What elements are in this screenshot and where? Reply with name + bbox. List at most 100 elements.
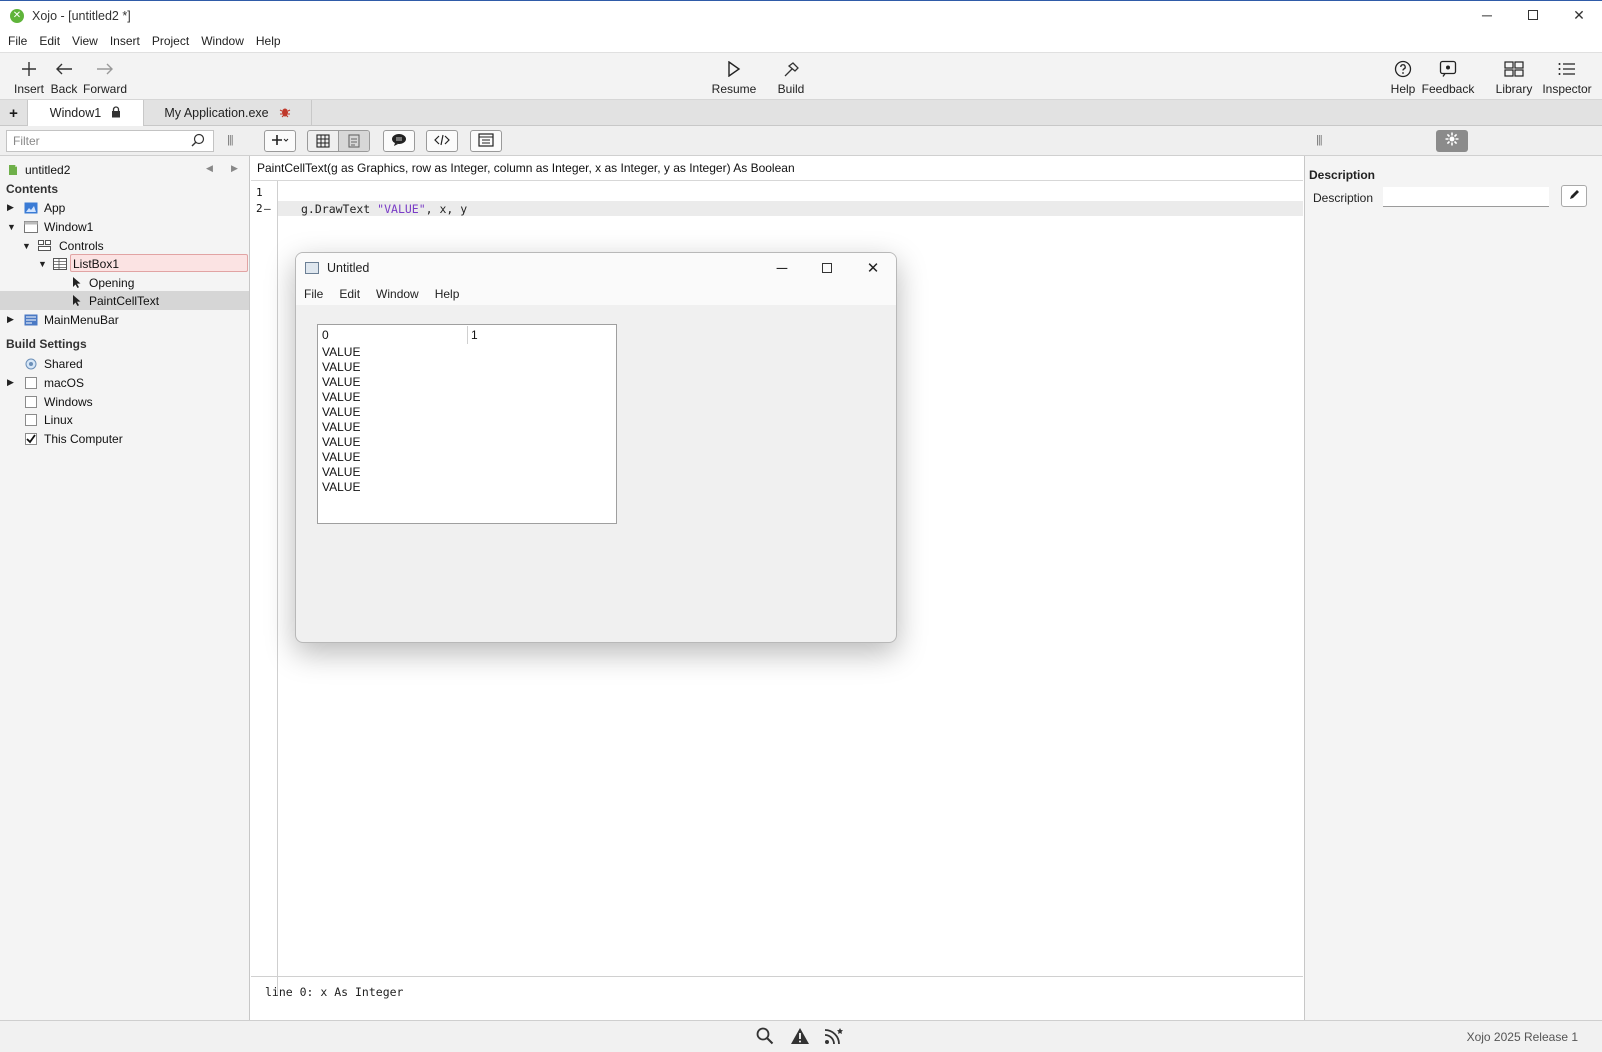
listbox-column-header[interactable]: 0: [322, 328, 329, 342]
nav-item-controls[interactable]: ▼ Controls: [0, 236, 249, 255]
method-signature: PaintCellText(g as Graphics, row as Inte…: [257, 161, 795, 175]
resume-button[interactable]: Resume: [710, 53, 758, 101]
listbox-cell[interactable]: VALUE: [322, 465, 360, 479]
nav-back-arrow-icon[interactable]: ◀: [206, 163, 213, 174]
disclosure-expanded-icon[interactable]: ▼: [22, 241, 31, 251]
nav-build-macos[interactable]: ▶ macOS: [0, 373, 249, 392]
listbox-column-header[interactable]: 1: [471, 328, 478, 342]
help-button[interactable]: Help: [1388, 53, 1418, 101]
app-minimize-button[interactable]: ─: [759, 253, 805, 283]
search-icon[interactable]: [756, 1027, 774, 1050]
disclosure-collapsed-icon[interactable]: ▶: [7, 377, 14, 388]
app-menu-edit[interactable]: Edit: [331, 287, 368, 301]
description-field[interactable]: [1383, 187, 1549, 207]
menu-file[interactable]: File: [0, 34, 33, 48]
inspector-button[interactable]: Inspector: [1540, 53, 1594, 101]
disclosure-expanded-icon[interactable]: ▼: [38, 259, 47, 269]
add-item-button[interactable]: [264, 130, 296, 152]
nav-event-paintcelltext[interactable]: PaintCellText: [0, 291, 249, 310]
nav-build-shared[interactable]: Shared: [0, 354, 249, 373]
menu-insert[interactable]: Insert: [104, 34, 146, 48]
maximize-icon: [822, 263, 832, 273]
menu-view[interactable]: View: [66, 34, 104, 48]
disclosure-collapsed-icon[interactable]: ▶: [7, 314, 14, 325]
warning-icon[interactable]: [790, 1027, 810, 1050]
checkmark-icon: [26, 433, 36, 443]
lock-icon: [111, 105, 121, 121]
arrow-right-icon: [96, 58, 114, 80]
macos-checkbox[interactable]: [24, 376, 38, 389]
app-menu-window[interactable]: Window: [368, 287, 427, 301]
close-icon: ✕: [1573, 6, 1585, 23]
navigator-splitter-grip[interactable]: |||: [227, 134, 234, 146]
app-window-icon: [305, 262, 319, 274]
windows-checkbox[interactable]: [24, 395, 38, 408]
library-button[interactable]: Library: [1494, 53, 1534, 101]
tab-window1[interactable]: Window1: [28, 100, 144, 126]
view-mode-segment[interactable]: [307, 130, 370, 152]
app-close-button[interactable]: ✕: [850, 253, 896, 283]
xojo-app-icon: ✕: [10, 8, 24, 23]
linux-checkbox[interactable]: [24, 413, 38, 426]
build-button[interactable]: Build: [772, 53, 810, 101]
maximize-button[interactable]: [1510, 0, 1556, 30]
listbox-cell[interactable]: VALUE: [322, 375, 360, 389]
window-preview-icon: [478, 132, 494, 150]
column-divider: [467, 326, 468, 344]
listbox-cell[interactable]: VALUE: [322, 405, 360, 419]
nav-item-window1[interactable]: ▼ Window1: [0, 217, 249, 236]
settings-button[interactable]: [1436, 130, 1468, 152]
window-title: Xojo - [untitled2 *]: [32, 8, 131, 23]
menu-window[interactable]: Window: [195, 34, 250, 48]
menu-help[interactable]: Help: [250, 34, 287, 48]
close-button[interactable]: ✕: [1556, 0, 1602, 30]
forward-button[interactable]: Forward: [82, 53, 128, 101]
nav-build-thiscomputer[interactable]: This Computer: [0, 429, 249, 448]
app-menu-file[interactable]: File: [296, 287, 331, 301]
filter-input[interactable]: Filter: [6, 130, 214, 152]
nav-project[interactable]: untitled2 ◀ ▶: [0, 160, 249, 179]
speech-bubble-icon: [391, 133, 407, 150]
layout-view-icon[interactable]: [308, 131, 338, 151]
code-line[interactable]: g.DrawText "VALUE", x, y: [301, 202, 467, 216]
listbox-cell[interactable]: VALUE: [322, 480, 360, 494]
back-button[interactable]: Back: [48, 53, 80, 101]
edit-description-button[interactable]: [1561, 185, 1587, 207]
listbox-cell[interactable]: VALUE: [322, 420, 360, 434]
listbox1[interactable]: 0 1 VALUE VALUE VALUE VALUE VALUE VALUE VALUE V…: [317, 324, 617, 524]
listbox-cell[interactable]: VALUE: [322, 360, 360, 374]
preview-button[interactable]: [470, 130, 502, 152]
listbox-cell[interactable]: VALUE: [322, 390, 360, 404]
menu-project[interactable]: Project: [146, 34, 195, 48]
feedback-button[interactable]: Feedback: [1420, 53, 1476, 101]
code-button[interactable]: [426, 130, 458, 152]
listbox-cell[interactable]: VALUE: [322, 345, 360, 359]
menu-edit[interactable]: Edit: [33, 34, 66, 48]
thiscomputer-checkbox[interactable]: [24, 432, 38, 445]
listbox-cell[interactable]: VALUE: [322, 450, 360, 464]
app-menu-help[interactable]: Help: [427, 287, 468, 301]
running-app-window[interactable]: Untitled ─ ✕ File Edit Window Help 0 1 V…: [295, 252, 897, 643]
nav-event-opening[interactable]: Opening: [0, 273, 249, 292]
comment-button[interactable]: [383, 130, 415, 152]
inspector-splitter-grip[interactable]: |||: [1316, 134, 1323, 146]
add-tab-button[interactable]: +: [0, 100, 28, 126]
nav-item-mainmenubar[interactable]: ▶ MainMenuBar: [0, 310, 249, 329]
nav-build-windows[interactable]: Windows: [0, 392, 249, 411]
nav-forward-arrow-icon[interactable]: ▶: [231, 163, 238, 174]
disclosure-collapsed-icon[interactable]: ▶: [7, 202, 14, 213]
insert-button[interactable]: Insert: [12, 53, 46, 101]
disclosure-expanded-icon[interactable]: ▼: [7, 222, 16, 232]
shared-settings-icon: [24, 358, 38, 370]
nav-item-listbox1[interactable]: ▼ ListBox1: [0, 254, 249, 273]
bug-icon: [279, 106, 291, 121]
minimize-button[interactable]: ─: [1464, 0, 1510, 30]
messages-feed-icon[interactable]: [824, 1027, 844, 1050]
listbox-cell[interactable]: VALUE: [322, 435, 360, 449]
nav-item-app[interactable]: ▶ App: [0, 198, 249, 217]
nav-build-linux[interactable]: Linux: [0, 410, 249, 429]
tab-my-application[interactable]: My Application.exe: [144, 100, 312, 126]
window-icon: [24, 220, 38, 233]
app-maximize-button[interactable]: [804, 253, 850, 283]
code-view-icon[interactable]: [338, 131, 369, 151]
